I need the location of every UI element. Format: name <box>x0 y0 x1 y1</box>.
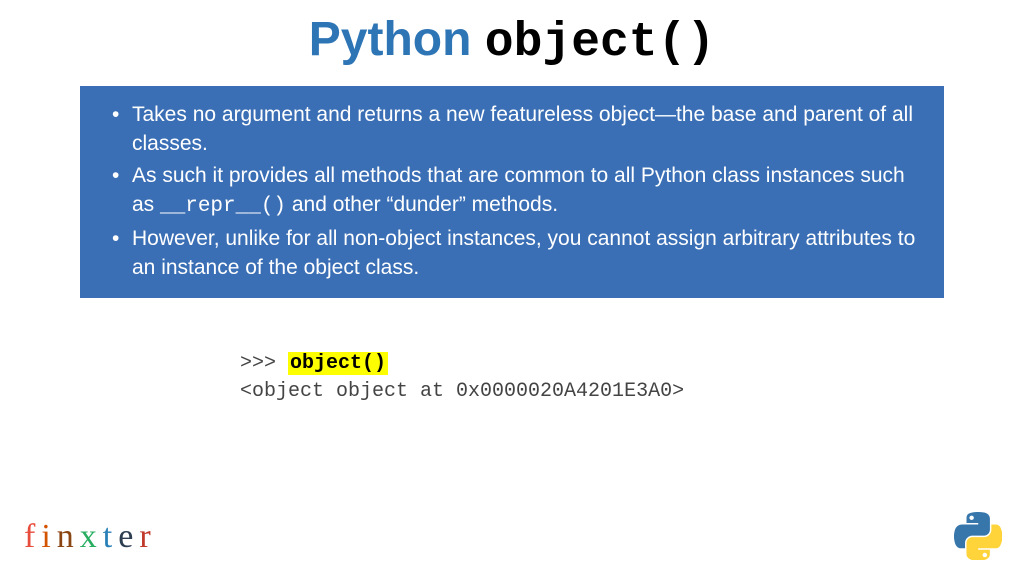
logo-letter-t: t <box>103 518 118 555</box>
bullet-3-text: However, unlike for all non-object insta… <box>132 227 915 279</box>
bullet-item-2: As such it provides all methods that are… <box>108 161 916 222</box>
code-example: >>> object() <object object at 0x0000020… <box>240 350 1024 406</box>
finxter-logo: finxter <box>24 518 157 556</box>
logo-letter-r: r <box>139 518 156 555</box>
prompt: >>> <box>240 352 288 375</box>
bullet-list: Takes no argument and returns a new feat… <box>108 100 916 282</box>
title-prefix: Python <box>309 13 485 66</box>
bullet-item-1: Takes no argument and returns a new feat… <box>108 100 916 159</box>
bullet-2-text-b: and other “dunder” methods. <box>286 193 558 216</box>
page-title: Python object() <box>0 0 1024 70</box>
description-box: Takes no argument and returns a new feat… <box>80 86 944 298</box>
python-logo-icon <box>954 512 1002 560</box>
logo-letter-n: n <box>57 518 80 555</box>
title-code: object() <box>485 16 715 70</box>
bullet-item-3: However, unlike for all non-object insta… <box>108 224 916 283</box>
logo-letter-i: i <box>41 518 56 555</box>
logo-letter-f: f <box>24 518 41 555</box>
logo-letter-e: e <box>118 518 139 555</box>
logo-letter-x: x <box>80 518 103 555</box>
code-output-line: <object object at 0x0000020A4201E3A0> <box>240 378 1024 406</box>
bullet-2-code: __repr__() <box>160 195 286 218</box>
code-input-line: >>> object() <box>240 350 1024 378</box>
bullet-1-text: Takes no argument and returns a new feat… <box>132 103 913 155</box>
code-call: object() <box>288 352 388 375</box>
